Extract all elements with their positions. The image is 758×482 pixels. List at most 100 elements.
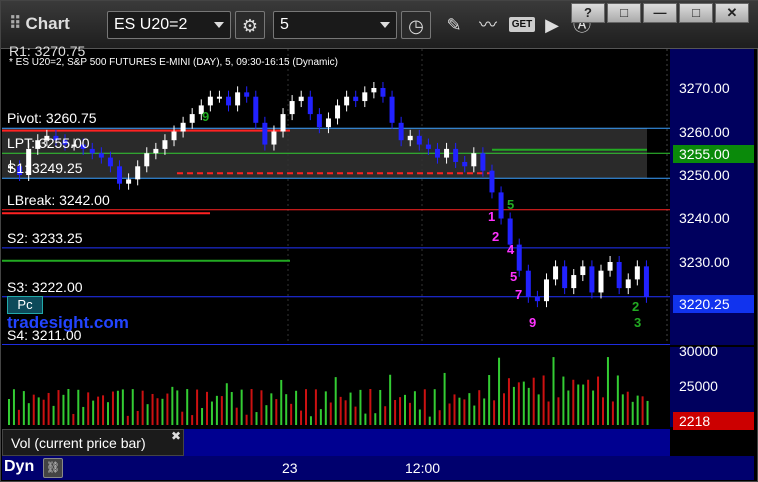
volume-bar (621, 394, 624, 425)
dyn-button[interactable]: Dyn (4, 458, 34, 476)
candle-body (607, 262, 613, 271)
close-button[interactable]: ✕ (715, 3, 749, 23)
volume-bar (418, 409, 421, 425)
volume-bar (280, 379, 283, 425)
candle-body (262, 122, 268, 145)
volume-bar (245, 414, 248, 425)
volume-bar (196, 389, 199, 425)
time-axis[interactable] (2, 456, 754, 480)
volume-bar (300, 410, 303, 425)
volume-bar (611, 401, 614, 425)
indicator-icon[interactable]: 〰 (473, 11, 503, 39)
sequence-marker: 5 (507, 197, 514, 212)
candle-body (126, 179, 132, 184)
volume-bar (329, 402, 332, 425)
settings-gear-icon[interactable]: ⚙ (235, 11, 265, 39)
candle-body (543, 279, 549, 302)
volume-bar (423, 389, 426, 425)
volume-bar (201, 408, 204, 425)
volume-bar (305, 389, 307, 425)
symbol-combo[interactable]: ES U20=2 (107, 11, 231, 39)
volume-bar (121, 389, 124, 425)
volume-bar (255, 412, 258, 425)
volume-label: Vol (current price bar) (2, 429, 184, 456)
volume-bar (631, 401, 634, 425)
restore-button[interactable]: □ (607, 3, 641, 23)
price-tick: 3230.00 (679, 254, 730, 270)
volume-bar (72, 413, 75, 425)
pencil-icon[interactable]: ✎ (439, 11, 469, 39)
candle-body (117, 166, 123, 184)
volume-bar (27, 403, 30, 425)
candle-body (507, 218, 513, 245)
candle-body (471, 153, 477, 167)
interval-combo[interactable]: 5 (273, 11, 397, 39)
clock-icon[interactable]: ◷ (401, 11, 431, 39)
candle-body (462, 161, 468, 167)
volume-bar (597, 376, 600, 425)
candle-body (589, 266, 595, 293)
candle-body (453, 148, 459, 162)
candle-body (525, 270, 531, 297)
volume-bar (206, 391, 208, 425)
volume-bar (438, 410, 441, 425)
candle-body (398, 122, 404, 141)
volume-bar (592, 390, 595, 425)
volume-bar (582, 384, 585, 425)
candle-body (616, 262, 622, 289)
candle-body (307, 96, 313, 115)
get-button[interactable]: GET (507, 11, 537, 39)
candle-body (289, 101, 295, 115)
volume-bar (260, 390, 263, 425)
volume-bar (136, 410, 139, 425)
candle-body (643, 266, 649, 297)
level-label: S2: 3233.25 (7, 229, 83, 246)
volume-tick: 25000 (679, 378, 718, 394)
candle-body (162, 140, 168, 149)
candle-body (316, 114, 322, 128)
candle-body (153, 148, 159, 154)
candle-body (489, 170, 495, 193)
sequence-marker: 5 (510, 269, 517, 284)
minimize-button[interactable]: — (643, 3, 677, 23)
sequence-marker: 7 (515, 287, 522, 302)
volume-bar (503, 393, 505, 425)
volume-chart[interactable] (2, 347, 670, 427)
maximize-button[interactable]: □ (679, 3, 713, 23)
volume-bar (468, 393, 471, 425)
help-button[interactable]: ? (571, 3, 605, 23)
volume-bar (404, 394, 406, 425)
link-icon[interactable]: ⛓ (43, 458, 63, 478)
volume-bar (126, 415, 129, 425)
volume-bar (473, 405, 476, 425)
pc-badge[interactable]: Pc (7, 296, 43, 314)
volume-bar (483, 398, 486, 425)
close-icon[interactable]: ✖ (171, 429, 181, 443)
volume-plot (8, 357, 649, 425)
volume-bar (374, 413, 377, 425)
volume-bar (433, 389, 436, 425)
candle-body (380, 88, 386, 97)
volume-bar (349, 392, 352, 425)
volume-bar (532, 377, 535, 425)
volume-bar (641, 396, 644, 425)
volume-bar (324, 391, 327, 425)
volume-bar (517, 382, 520, 425)
volume-bar (463, 399, 466, 425)
play-icon[interactable]: ▶ (537, 11, 567, 39)
volume-bar (319, 409, 322, 425)
volume-bar (443, 372, 446, 425)
volume-bar (270, 393, 273, 425)
volume-bar (394, 399, 397, 425)
volume-bar (230, 392, 233, 425)
volume-bar (384, 406, 387, 425)
chart-window: ⠿ Chart ES U20=2 ⚙ 5 ◷ ✎ 〰 GET ▶ Ⓐ ? □ — … (0, 0, 758, 482)
candle-body (325, 118, 331, 128)
volume-bar (171, 386, 174, 425)
chevron-down-icon (380, 22, 390, 28)
volume-bar (52, 405, 55, 425)
volume-bar (8, 399, 10, 425)
volume-bar (379, 389, 382, 425)
app-title-text: Chart (25, 14, 70, 33)
volume-bar (47, 392, 50, 425)
